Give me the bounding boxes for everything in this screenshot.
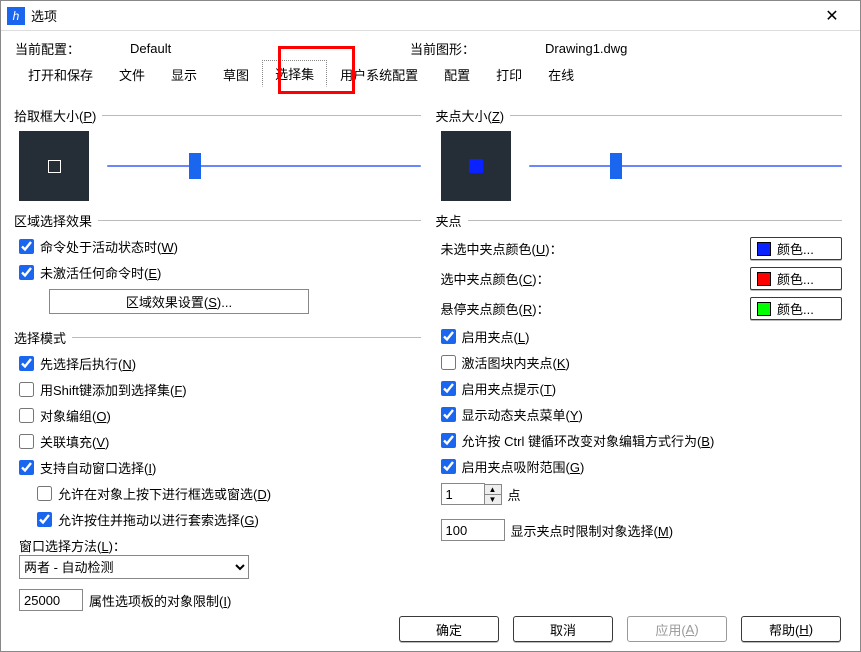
grips-group: 夹点 未选中夹点颜色(U)： 颜色... 选中夹点颜色(C)： 颜色... 悬停… <box>441 211 843 541</box>
dialog-button-bar: 确定 取消 应用(A) 帮助(H) <box>0 610 861 648</box>
chk-lasso[interactable] <box>37 512 52 527</box>
unselected-grip-color-button[interactable]: 颜色... <box>750 237 842 260</box>
chk-press-drag[interactable] <box>37 486 52 501</box>
color-swatch <box>757 242 771 256</box>
gripsize-preview <box>441 131 511 201</box>
snap-range-input[interactable] <box>441 483 485 505</box>
ok-button[interactable]: 确定 <box>399 616 499 642</box>
chk-ctrl-cycle[interactable] <box>441 433 456 448</box>
tab-files[interactable]: 文件 <box>106 61 158 87</box>
selection-mode-legend: 选择模式 <box>14 328 72 347</box>
cancel-button[interactable]: 取消 <box>513 616 613 642</box>
tab-bar: 打开和保存 文件 显示 草图 选择集 用户系统配置 配置 打印 在线 <box>1 60 860 88</box>
hover-grip-color-label: 悬停夹点颜色(R)： <box>441 299 739 318</box>
tab-plot[interactable]: 打印 <box>483 61 535 87</box>
current-drawing-value: Drawing1.dwg <box>545 41 627 56</box>
tab-draft[interactable]: 草图 <box>210 61 262 87</box>
chk-dynamic-menu[interactable] <box>441 407 456 422</box>
chk-no-active-cmd[interactable] <box>19 265 34 280</box>
current-config-value: Default <box>130 41 171 56</box>
left-column: 拾取框大小(P) 区域选择效果 命令处于活动状态时(W) 未激活任何命令时(E)… <box>19 96 421 615</box>
chk-no-active-cmd-label: 未激活任何命令时(E) <box>40 263 161 282</box>
tab-open-save[interactable]: 打开和保存 <box>15 61 106 87</box>
pickbox-preview <box>19 131 89 201</box>
chk-block-grips[interactable] <box>441 355 456 370</box>
grip-object-limit-input[interactable] <box>441 519 505 541</box>
palette-limit-label: 属性选项板的对象限制(I) <box>89 591 231 610</box>
chk-noun-verb[interactable] <box>19 356 34 371</box>
chk-implied-window[interactable] <box>19 460 34 475</box>
chk-active-cmd[interactable] <box>19 239 34 254</box>
window-select-method-combo[interactable]: 两者 - 自动检测 <box>19 555 249 579</box>
current-drawing-label: 当前图形： <box>410 39 475 58</box>
close-button[interactable]: ✕ <box>812 6 852 26</box>
palette-limit-input[interactable] <box>19 589 83 611</box>
gripsize-group: 夹点大小(Z) <box>441 106 843 201</box>
chk-active-cmd-label: 命令处于活动状态时(W) <box>40 237 178 256</box>
selected-grip-color-button[interactable]: 颜色... <box>750 267 842 290</box>
grip-object-limit-label: 显示夹点时限制对象选择(M) <box>511 521 674 540</box>
selected-grip-color-label: 选中夹点颜色(C)： <box>441 269 739 288</box>
config-row: 当前配置： Default 当前图形： Drawing1.dwg <box>1 31 860 60</box>
pickbox-slider[interactable] <box>107 156 421 176</box>
chk-grip-snap[interactable] <box>441 459 456 474</box>
chk-shift-add[interactable] <box>19 382 34 397</box>
window-title: 选项 <box>31 6 57 25</box>
apply-button: 应用(A) <box>627 616 727 642</box>
gripsize-legend: 夹点大小(Z) <box>436 106 511 125</box>
app-icon: h <box>7 7 25 25</box>
region-settings-button[interactable]: 区域效果设置(S)... <box>49 289 309 314</box>
titlebar: h 选项 ✕ <box>1 1 860 31</box>
chk-assoc-hatch[interactable] <box>19 434 34 449</box>
window-select-method-label: 窗口选择方法(L)： <box>19 536 421 555</box>
selection-mode-group: 选择模式 先选择后执行(N) 用Shift键添加到选择集(F) 对象编组(O) … <box>19 328 421 611</box>
tab-online[interactable]: 在线 <box>535 61 587 87</box>
grips-legend: 夹点 <box>436 211 468 230</box>
color-swatch <box>757 302 771 316</box>
region-group: 区域选择效果 命令处于活动状态时(W) 未激活任何命令时(E) 区域效果设置(S… <box>19 211 421 318</box>
color-swatch <box>757 272 771 286</box>
tab-display[interactable]: 显示 <box>158 61 210 87</box>
snap-range-spinner[interactable]: ▲▼ <box>485 484 502 505</box>
tab-selection[interactable]: 选择集 <box>262 60 327 87</box>
hover-grip-color-button[interactable]: 颜色... <box>750 297 842 320</box>
chk-enable-grips[interactable] <box>441 329 456 344</box>
pickbox-legend: 拾取框大小(P) <box>14 106 102 125</box>
region-legend: 区域选择效果 <box>14 211 98 230</box>
snap-range-unit: 点 <box>508 485 521 504</box>
gripsize-slider[interactable] <box>529 156 843 176</box>
unselected-grip-color-label: 未选中夹点颜色(U)： <box>441 239 739 258</box>
current-config-label: 当前配置： <box>15 39 80 58</box>
tab-user-pref[interactable]: 用户系统配置 <box>327 61 431 87</box>
pickbox-group: 拾取框大小(P) <box>19 106 421 201</box>
chk-object-group[interactable] <box>19 408 34 423</box>
chk-grip-tips[interactable] <box>441 381 456 396</box>
right-column: 夹点大小(Z) 夹点 未选中夹点颜色(U)： 颜色... 选中夹点颜色(C)： <box>441 96 843 615</box>
help-button[interactable]: 帮助(H) <box>741 616 841 642</box>
tab-profiles[interactable]: 配置 <box>431 61 483 87</box>
